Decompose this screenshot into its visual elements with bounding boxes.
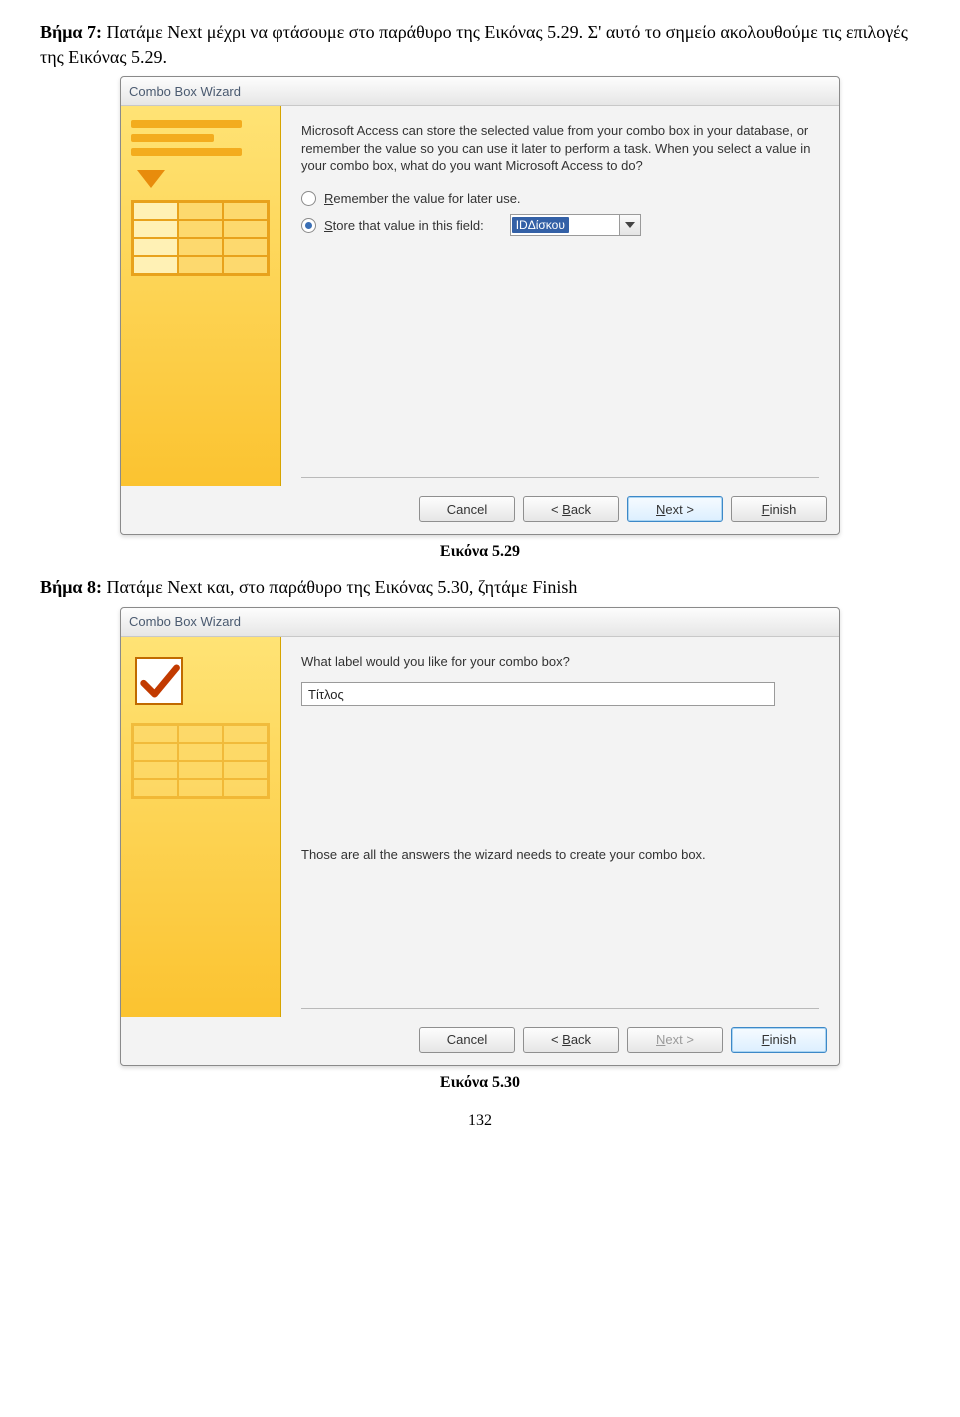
finish-button[interactable]: Finish (731, 1027, 827, 1053)
titlebar: Combo Box Wizard (121, 608, 839, 637)
radio-store[interactable]: Store that value in this field: IDΔίσκου (301, 214, 819, 236)
step8-paragraph: Βήμα 8: Πατάμε Next και, στο παράθυρο τη… (40, 575, 920, 600)
wizard-window-1: Combo Box Wizard Microsoft Access can st… (120, 76, 840, 535)
step7-text: Πατάμε Next μέχρι να φτάσουμε στο παράθυ… (40, 22, 908, 67)
wizard-question: What label would you like for your combo… (301, 653, 819, 671)
chevron-down-icon (625, 222, 635, 228)
step8-label: Βήμα 8: (40, 577, 102, 597)
finish-button[interactable]: Finish (731, 496, 827, 522)
back-button[interactable]: < Back (523, 1027, 619, 1053)
label-input[interactable]: Τίτλος (301, 682, 775, 706)
next-button[interactable]: Next > (627, 496, 723, 522)
label-input-value: Τίτλος (308, 687, 344, 702)
combo-value: IDΔίσκου (512, 217, 569, 233)
wizard-closing: Those are all the answers the wizard nee… (301, 846, 819, 864)
checkmark-icon (135, 657, 183, 705)
sidebar-table-icon (131, 723, 270, 799)
sidebar-decoration (131, 148, 242, 156)
next-button: Next > (627, 1027, 723, 1053)
radio-icon (301, 191, 316, 206)
wizard-window-2: Combo Box Wizard What label would you li… (120, 607, 840, 1066)
separator (301, 1008, 819, 1009)
wizard-sidebar (121, 106, 281, 486)
combo-field[interactable]: IDΔίσκου (510, 214, 620, 236)
step7-paragraph: Βήμα 7: Πατάμε Next μέχρι να φτάσουμε στ… (40, 20, 920, 70)
step8-text: Πατάμε Next και, στο παράθυρο της Εικόνα… (102, 577, 577, 597)
radio-remember-label: Remember the value for later use. (324, 191, 521, 206)
page-number: 132 (40, 1112, 920, 1130)
window-title: Combo Box Wizard (129, 84, 241, 99)
arrow-down-icon (137, 170, 165, 188)
titlebar: Combo Box Wizard (121, 77, 839, 106)
figure-caption-2: Εικόνα 5.30 (40, 1074, 920, 1092)
cancel-button[interactable]: Cancel (419, 1027, 515, 1053)
field-combo[interactable]: IDΔίσκου (510, 214, 641, 236)
radio-remember[interactable]: Remember the value for later use. (301, 191, 819, 206)
wizard-description: Microsoft Access can store the selected … (301, 122, 819, 175)
radio-store-label: Store that value in this field: (324, 218, 484, 233)
figure-caption-1: Εικόνα 5.29 (40, 543, 920, 561)
wizard-sidebar (121, 637, 281, 1017)
back-button[interactable]: < Back (523, 496, 619, 522)
separator (301, 477, 819, 478)
sidebar-decoration (131, 120, 242, 128)
combo-dropdown-button[interactable] (620, 214, 641, 236)
sidebar-table-icon (131, 200, 270, 276)
window-title: Combo Box Wizard (129, 614, 241, 629)
radio-icon (301, 218, 316, 233)
sidebar-decoration (131, 134, 214, 142)
step7-label: Βήμα 7: (40, 22, 102, 42)
cancel-button[interactable]: Cancel (419, 496, 515, 522)
